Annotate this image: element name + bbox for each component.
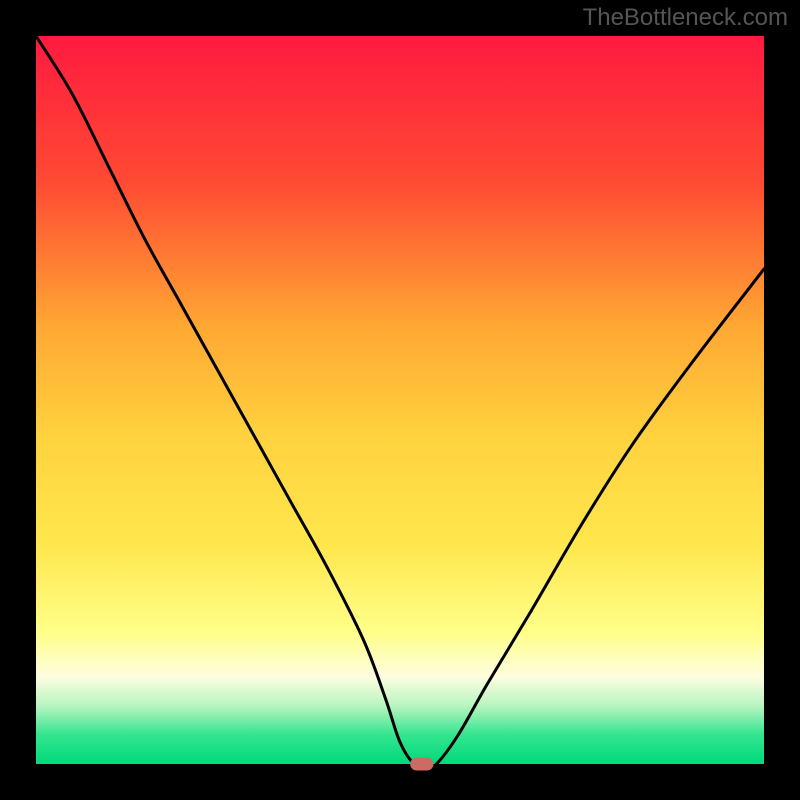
chart-svg: [0, 0, 800, 800]
optimal-point-marker: [410, 757, 433, 770]
watermark-text: TheBottleneck.com: [583, 4, 788, 32]
bottleneck-chart: TheBottleneck.com: [0, 0, 800, 800]
